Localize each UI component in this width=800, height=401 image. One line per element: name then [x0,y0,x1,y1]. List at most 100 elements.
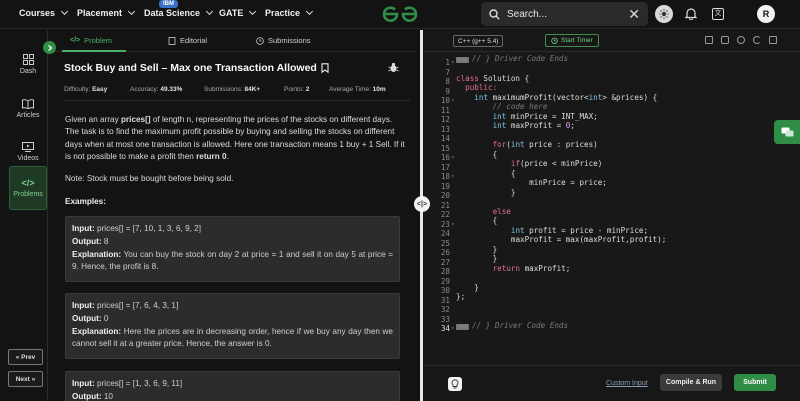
sidebar-item-dash[interactable]: Dash [9,42,47,86]
code-line: ···// } Driver Code Ends [456,321,568,330]
line-number: 12 [440,115,450,124]
close-icon[interactable]: ✕ [628,6,640,23]
line-number: 17 [440,162,450,172]
example-box: Input: prices[] = [7, 6, 4, 3, 1] Output… [65,293,400,359]
sidebar-item-articles[interactable]: Articles [9,87,47,131]
avatar[interactable]: R [757,5,775,23]
avg-time-label: Average Time: [329,86,371,93]
next-button[interactable]: Next » [8,371,43,387]
nav-practice[interactable]: Practice [265,7,314,18]
code-text: profit = price - minPrice; [524,225,649,235]
desc-bold: return 0 [196,152,227,162]
line-number: 27 [440,257,450,267]
fold-chevron-icon[interactable]: ▾ [451,97,455,104]
line-number: 31 [440,295,450,305]
document-icon [168,36,176,45]
nav-practice-label: Practice [265,8,301,18]
code-line: } [456,283,479,292]
tab-problem-label: Problem [84,36,113,45]
search-icon [489,8,500,20]
search-bar[interactable]: Search... ✕ [481,2,648,26]
nav-gate[interactable]: GATE [219,7,257,18]
line-number: 9 [445,86,450,96]
avg-time-value: 10m [372,86,386,93]
panel-splitter[interactable] [420,30,423,401]
line-number: 28 [440,267,450,276]
bell-icon[interactable] [685,7,697,20]
code-keyword: class [456,74,479,83]
line-number: 24 [440,229,450,238]
code-editor[interactable]: 1 ▾ 7 8 9 10 ▾ 11 12 13 14 15 16 ▾ 17 18 ▾ 19 20 21 22 23 ▾ 24 2… [424,52,800,352]
code-type: int [474,92,489,102]
submit-button[interactable]: Submit [734,374,776,391]
code-text: (price < minPrice) [520,159,603,168]
search-input[interactable]: Search... [507,9,628,20]
resize-handle-icon[interactable]: <|> [414,196,430,212]
examples-heading: Examples: [65,197,106,206]
code-text: } [492,244,498,254]
output-value: 8 [101,236,109,246]
language-select[interactable]: C++ (g++ 5.4) [453,35,504,47]
sidebar-item-problems[interactable]: </> Problems [9,166,47,210]
nav-data-science[interactable]: Data Science [144,7,214,18]
code-line: int minPrice = INT_MAX; [456,112,598,121]
points-value: 2 [305,86,310,93]
desc-text: Given an array [65,115,121,124]
code-type: int [510,225,525,235]
chat-button[interactable] [774,120,800,144]
expand-sidebar-button[interactable] [43,41,56,54]
bookmark-icon[interactable] [321,63,329,73]
theme-toggle-button[interactable] [655,5,673,23]
code-line: int maximumProfit(vector<int> &prices) { [456,93,657,102]
code-line: { [456,216,498,225]
prev-button[interactable]: « Prev [8,349,43,365]
problem-title-text: Stock Buy and Sell – Max one Transaction… [64,62,317,74]
problem-panel: </> Problem Editorial Submissions Stock B… [48,30,415,401]
translate-icon[interactable]: 文 [712,8,724,20]
fold-chevron-icon[interactable]: ▾ [451,325,455,332]
nav-placement[interactable]: Placement [77,7,136,18]
line-number: 34 [440,324,450,333]
reset-icon[interactable] [753,36,761,44]
sidebar-item-label: Problems [13,191,43,198]
fold-chevron-icon[interactable]: ▾ [451,173,455,180]
chat-icon [781,127,793,136]
tab-editorial[interactable]: Editorial [168,36,207,45]
nav-courses[interactable]: Courses [19,7,69,18]
accuracy-value: 49.33% [160,86,183,93]
maximize-icon[interactable] [769,36,777,44]
line-number: 26 [440,248,450,257]
chevron-right-icon [47,44,52,51]
code-text: } [510,187,516,197]
settings-icon[interactable] [737,36,745,44]
line-number: 18 [440,172,450,181]
bug-report-icon[interactable] [388,62,399,73]
code-line: if(price < minPrice) [456,159,602,168]
code-line: return maxProfit; [456,264,571,273]
gfg-logo[interactable] [381,5,419,23]
code-text: } [474,282,479,292]
book-icon [22,99,34,109]
copy-icon[interactable] [705,36,713,44]
tab-submissions[interactable]: Submissions [256,36,311,45]
line-number: 21 [440,200,450,210]
code-text: } [492,254,498,263]
fullscreen-icon[interactable] [721,36,729,44]
line-number: 16 [440,153,450,162]
code-line: else [456,207,511,216]
line-number: 25 [440,238,450,248]
line-number: 10 [440,96,450,105]
compile-run-button[interactable]: Compile & Run [660,374,722,391]
fold-chevron-icon[interactable]: ▾ [451,221,455,228]
fold-chevron-icon[interactable]: ▾ [451,59,455,66]
start-timer-button[interactable]: Start Timer [545,34,599,47]
desc-bold: prices[] [120,115,151,124]
editor-footer: Custom Input Compile & Run Submit [424,365,800,401]
output-value: 0 [101,313,109,323]
input-value: prices[] = [7, 10, 1, 3, 6, 9, 2] [94,224,202,233]
hint-button[interactable] [448,377,462,391]
code-text: maximumProfit(vector< [488,92,589,102]
tab-problem[interactable]: </> Problem [70,36,112,45]
fold-chevron-icon[interactable]: ▾ [451,154,455,161]
custom-input-link[interactable]: Custom Input [606,380,648,387]
